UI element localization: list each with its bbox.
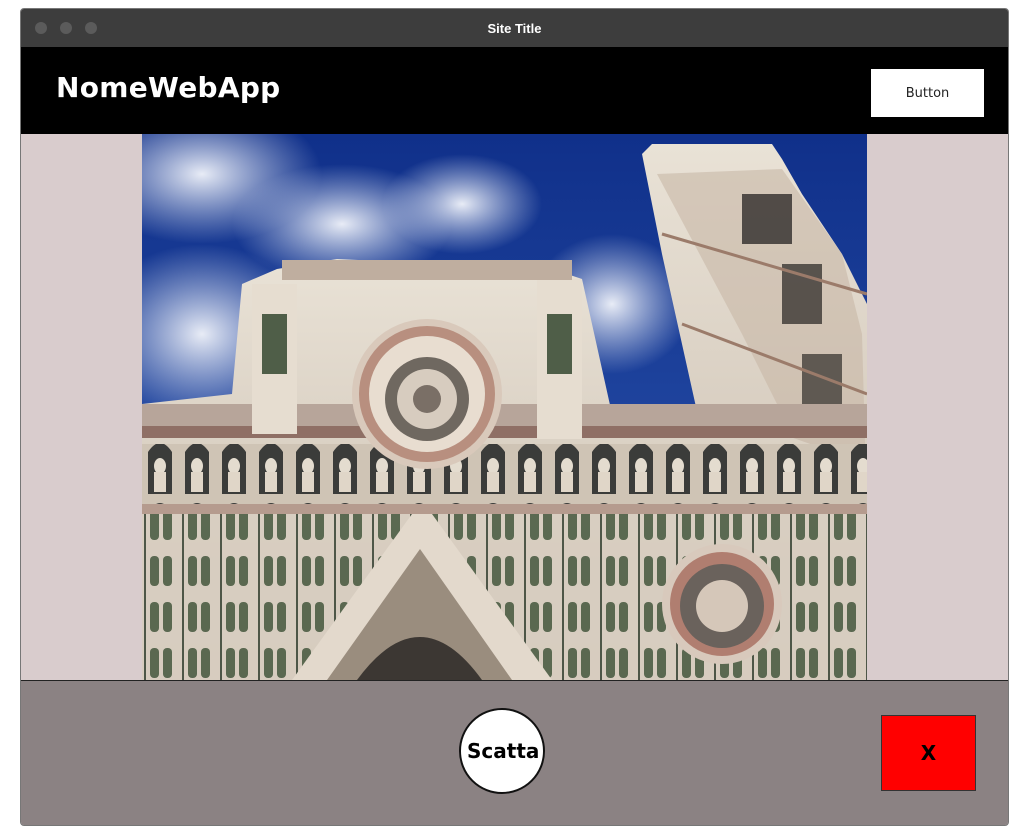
close-window-dot-icon[interactable] — [35, 22, 47, 34]
window-titlebar: Site Title — [21, 9, 1008, 47]
shoot-button[interactable]: Scatta — [459, 708, 545, 794]
navbar-button[interactable]: Button — [871, 69, 984, 117]
cathedral-photo — [142, 134, 867, 680]
minimize-window-dot-icon[interactable] — [60, 22, 72, 34]
camera-preview-area — [21, 134, 1008, 680]
window-controls — [35, 22, 97, 34]
maximize-window-dot-icon[interactable] — [85, 22, 97, 34]
browser-window: Site Title NomeWebApp Button Scatta X — [20, 8, 1009, 826]
window-title: Site Title — [487, 20, 542, 36]
app-navbar: NomeWebApp Button — [21, 47, 1008, 134]
app-brand: NomeWebApp — [56, 71, 281, 104]
camera-controls-footer: Scatta X — [21, 680, 1008, 825]
close-button[interactable]: X — [881, 715, 976, 791]
